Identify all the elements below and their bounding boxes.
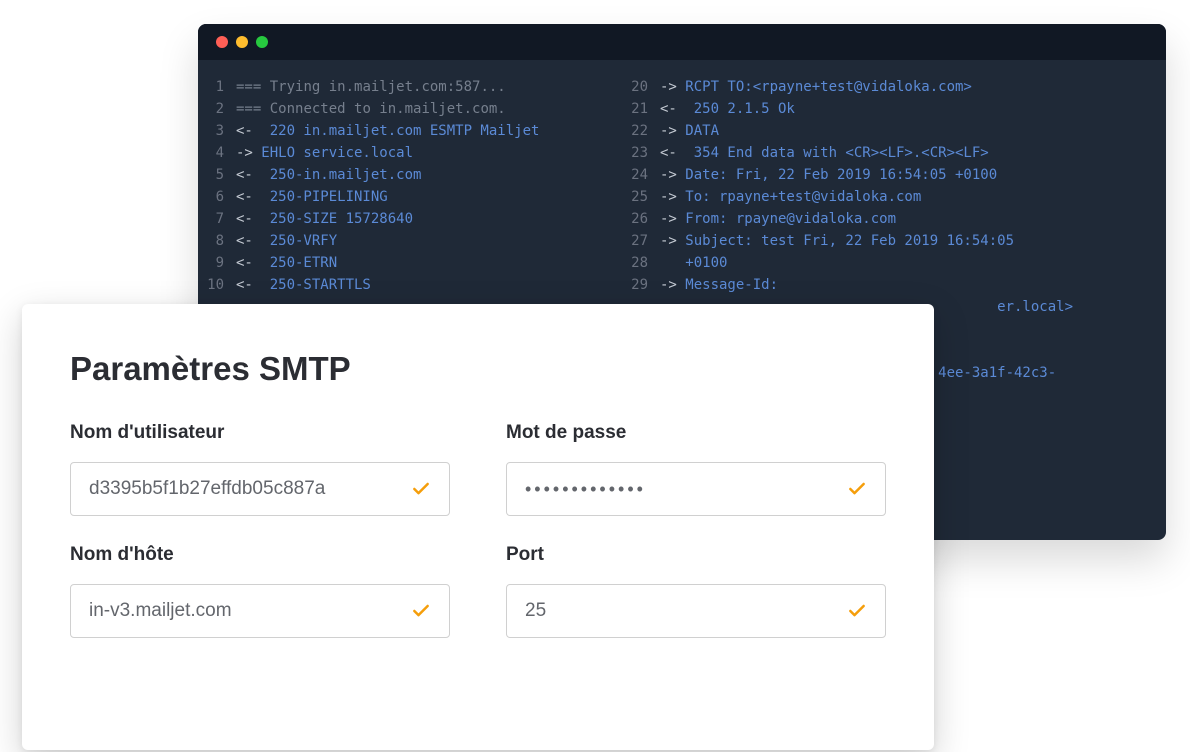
port-input-wrap[interactable] xyxy=(506,584,886,638)
settings-title: Paramètres SMTP xyxy=(70,350,886,388)
smtp-settings-card: Paramètres SMTP Nom d'utilisateur Mot de… xyxy=(22,304,934,750)
password-field-group: Mot de passe ••••••••••••• xyxy=(506,422,886,516)
port-label: Port xyxy=(506,544,886,566)
port-field-group: Port xyxy=(506,544,886,638)
username-label: Nom d'utilisateur xyxy=(70,422,450,444)
check-icon xyxy=(847,479,867,499)
password-label: Mot de passe xyxy=(506,422,886,444)
close-window-button[interactable] xyxy=(216,36,228,48)
check-icon xyxy=(411,601,431,621)
port-input[interactable] xyxy=(525,600,833,622)
hostname-input-wrap[interactable] xyxy=(70,584,450,638)
username-input-wrap[interactable] xyxy=(70,462,450,516)
settings-form: Nom d'utilisateur Mot de passe •••••••••… xyxy=(70,422,886,638)
username-input[interactable] xyxy=(89,478,397,500)
hostname-label: Nom d'hôte xyxy=(70,544,450,566)
minimize-window-button[interactable] xyxy=(236,36,248,48)
hostname-field-group: Nom d'hôte xyxy=(70,544,450,638)
check-icon xyxy=(847,601,867,621)
hostname-input[interactable] xyxy=(89,600,397,622)
window-titlebar xyxy=(198,24,1166,60)
check-icon xyxy=(411,479,431,499)
password-input-wrap[interactable]: ••••••••••••• xyxy=(506,462,886,516)
maximize-window-button[interactable] xyxy=(256,36,268,48)
password-input[interactable]: ••••••••••••• xyxy=(525,479,646,500)
username-field-group: Nom d'utilisateur xyxy=(70,422,450,516)
